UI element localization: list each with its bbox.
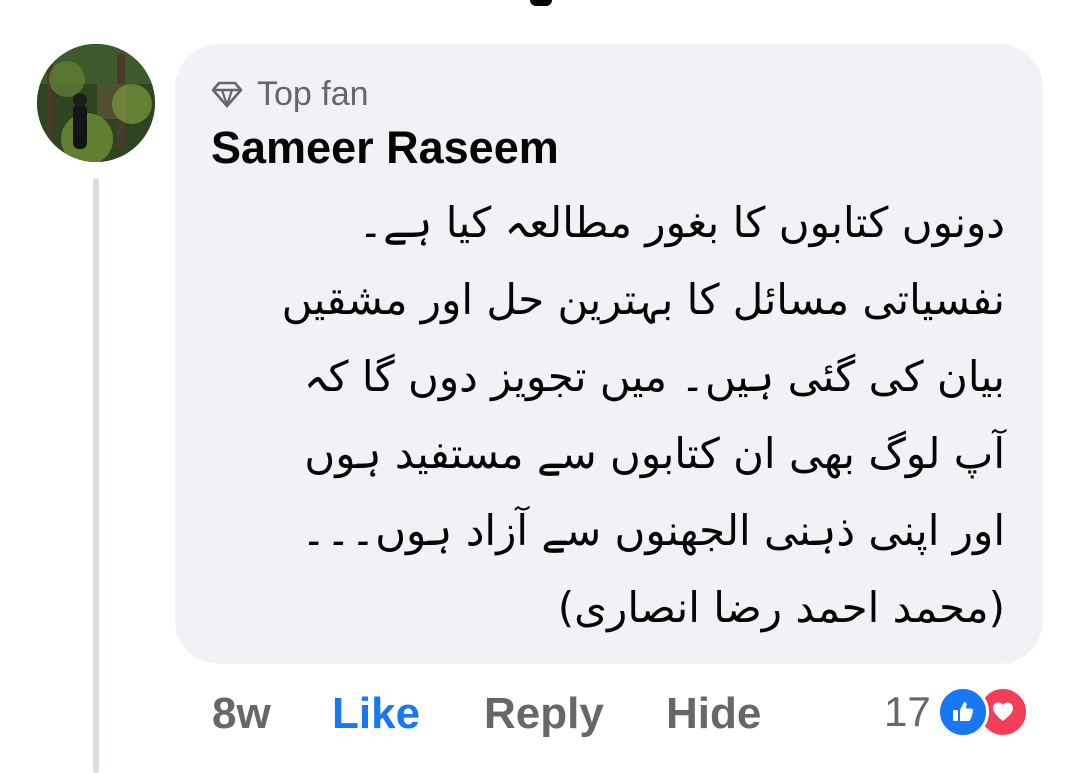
comment-line: بیان کی گئی ہیں۔ میں تجویز دوں گا کہ xyxy=(303,352,1005,401)
comment-line: دونوں کتابوں کا بغور مطالعہ کیا ہے۔ xyxy=(358,198,1005,247)
thread-line xyxy=(93,178,99,773)
reaction-summary[interactable]: 17 xyxy=(884,684,1029,740)
comment-line: آپ لوگ بھی ان کتابوں سے مستفید ہوں xyxy=(304,429,1005,478)
avatar-photo xyxy=(37,44,155,162)
badge-label: Top fan xyxy=(257,74,369,113)
comment-line: نفسیاتی مسائل کا بہترین حل اور مشقیں xyxy=(281,275,1005,324)
avatar[interactable] xyxy=(37,44,155,162)
reply-button[interactable]: Reply xyxy=(484,689,666,739)
comment-bubble: Top fan Sameer Raseem دونوں کتابوں کا بغ… xyxy=(175,44,1043,664)
top-fan-badge[interactable]: Top fan xyxy=(211,72,369,116)
diamond-icon xyxy=(211,78,243,110)
comment-line: اور اپنی ذہنی الجھنوں سے آزاد ہوں۔۔۔ xyxy=(301,506,1005,555)
comment-text: دونوں کتابوں کا بغور مطالعہ کیا ہے۔ نفسی… xyxy=(215,184,1005,646)
comment-actions: 8w Like Reply Hide xyxy=(212,684,761,744)
hide-button[interactable]: Hide xyxy=(666,689,761,739)
reaction-count: 17 xyxy=(884,688,931,735)
comment-screen: Top fan Sameer Raseem دونوں کتابوں کا بغ… xyxy=(0,0,1080,773)
like-button[interactable]: Like xyxy=(332,689,484,739)
author-name[interactable]: Sameer Raseem xyxy=(211,122,559,174)
reaction-icons xyxy=(936,686,1029,738)
like-icon xyxy=(936,686,989,738)
comment-line: (محمد احمد رضا انصاری) xyxy=(557,583,1005,632)
comment-timestamp[interactable]: 8w xyxy=(212,689,332,739)
previous-content-edge xyxy=(530,0,552,6)
